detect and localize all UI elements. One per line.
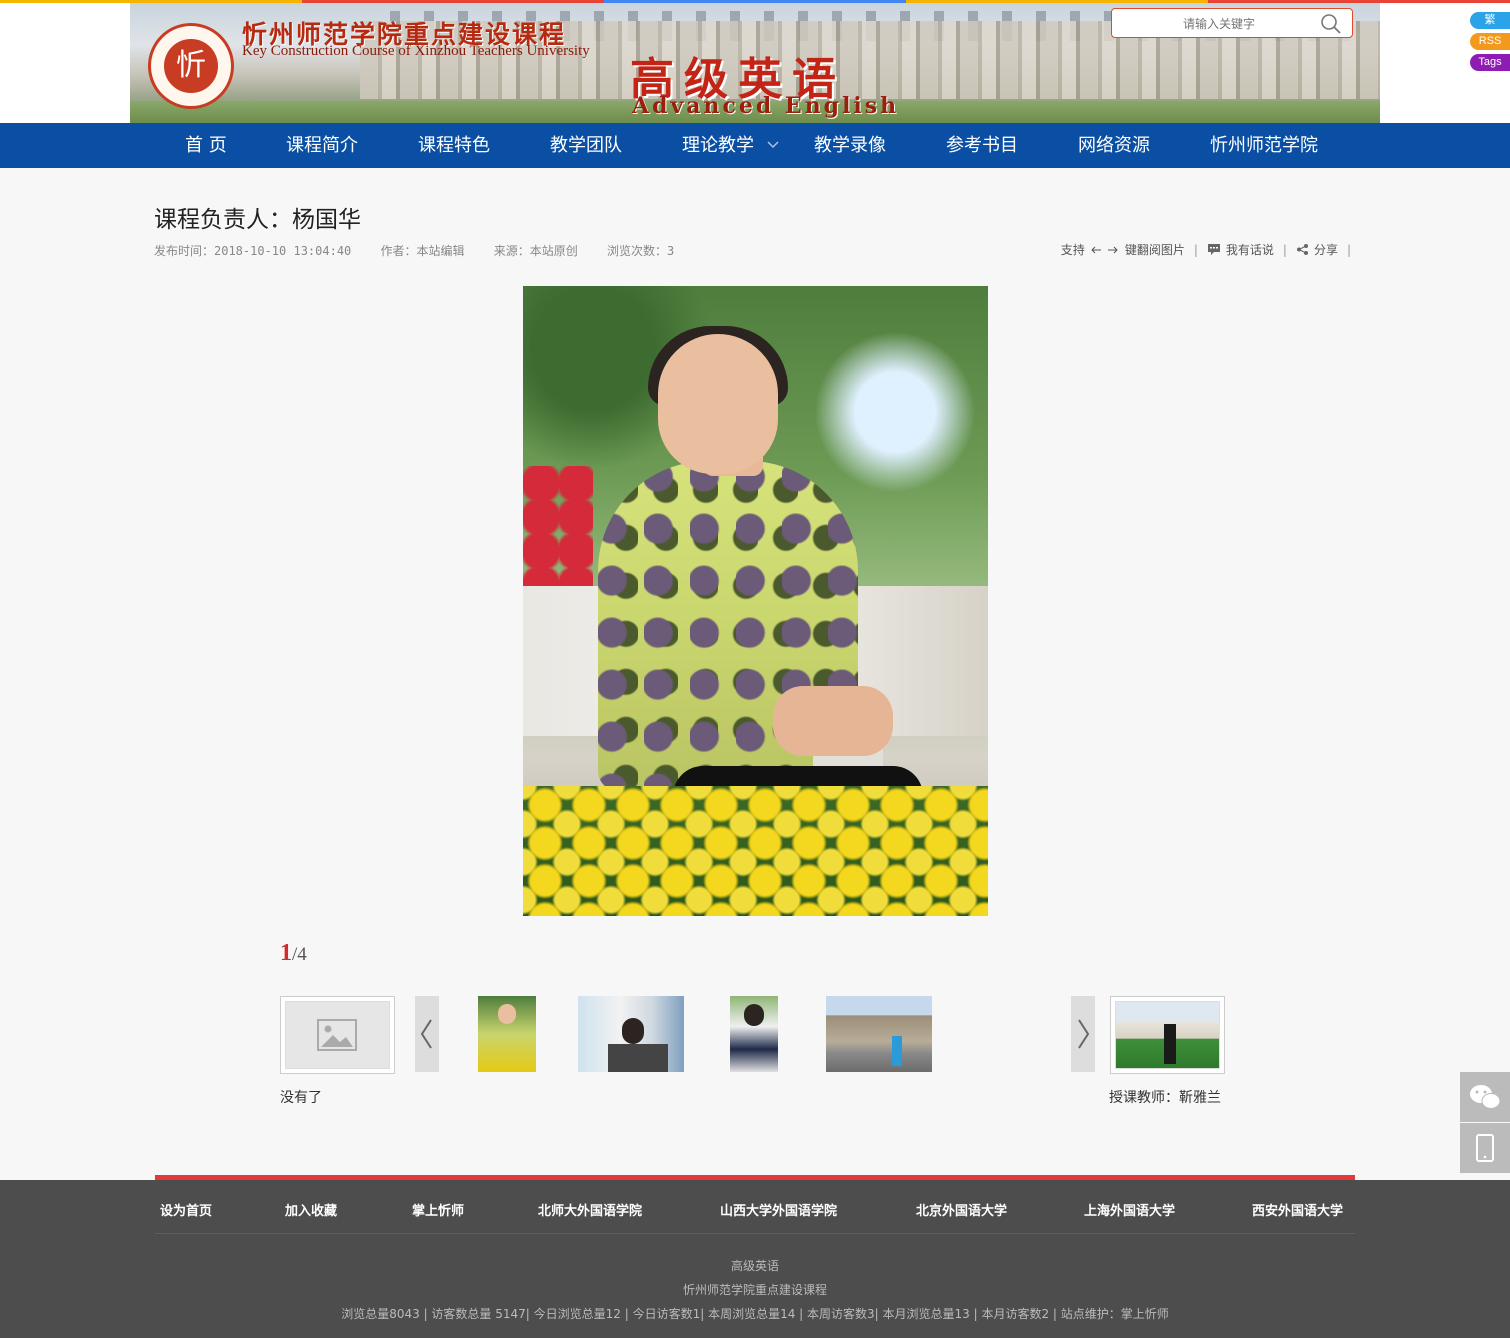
chevron-down-icon[interactable] [766, 137, 780, 151]
keyboard-hint-prefix: 支持 [1060, 243, 1085, 257]
footer-link-bfsu[interactable]: 北京外国语大学 [916, 1200, 1007, 1219]
arrow-keys-icon [1091, 246, 1118, 253]
nav-item-xinzhou-university[interactable]: 忻州师范学院 [1210, 123, 1318, 168]
thumb-person [744, 1004, 764, 1026]
article-title: 课程负责人：杨国华 [154, 207, 361, 233]
nav-item-theory-teaching[interactable]: 理论教学 [682, 123, 754, 168]
footer-link-shisu[interactable]: 上海外国语大学 [1084, 1200, 1175, 1219]
image-placeholder-icon [317, 1019, 357, 1051]
next-album-thumb[interactable] [1110, 996, 1225, 1074]
mobile-icon[interactable] [1460, 1123, 1510, 1173]
wechat-icon[interactable] [1460, 1072, 1510, 1122]
nav-item-teaching-video[interactable]: 教学录像 [814, 123, 886, 168]
thumbnail-1[interactable] [478, 996, 536, 1072]
side-tags: 繁 RSS Tags [1470, 12, 1510, 75]
prev-arrow-button[interactable] [415, 996, 439, 1072]
footer-link-set-homepage[interactable]: 设为首页 [160, 1200, 212, 1219]
total-images: /4 [292, 944, 307, 965]
wechat-float-button[interactable] [1460, 1072, 1510, 1122]
thumb-person [622, 1018, 644, 1044]
chevron-left-icon[interactable] [415, 996, 439, 1072]
comment-link[interactable]: 我有话说 [1226, 241, 1274, 258]
photo-yellow-flowers [523, 786, 988, 916]
rss-tag[interactable]: RSS [1470, 33, 1510, 50]
footer-link-sxu[interactable]: 山西大学外国语学院 [720, 1200, 837, 1219]
chevron-right-icon[interactable] [1071, 996, 1095, 1072]
photo-person-hands [773, 686, 893, 756]
university-seal-logo[interactable]: 忻 [148, 23, 234, 109]
footer-course-subtitle: 忻州师范学院重点建设课程 [682, 1283, 827, 1297]
thumb-desk [608, 1044, 668, 1072]
article-tools: 支持 键翻阅图片 | 我有话说 | 分享 | [1061, 241, 1355, 258]
next-album-image [1115, 1001, 1220, 1069]
footer-link-mobile[interactable]: 掌上忻师 [412, 1200, 464, 1219]
nav-item-home[interactable]: 首 页 [185, 123, 227, 168]
article-meta: 发布时间：2018-10-10 13:04:40 作者：本站编辑 来源：本站原创… [154, 242, 696, 259]
search-input[interactable] [1122, 13, 1316, 35]
placeholder-image [285, 1001, 390, 1069]
nav-item-reference-books[interactable]: 参考书目 [946, 123, 1018, 168]
prev-album-label[interactable]: 没有了 [280, 1087, 322, 1107]
main-nav: 首 页 课程简介 课程特色 教学团队 理论教学 教学录像 参考书目 网络资源 忻… [0, 123, 1510, 168]
next-album-label[interactable]: 授课教师：靳雅兰 [1109, 1087, 1221, 1107]
banner-title-en: Key Construction Course of Xinzhou Teach… [242, 43, 590, 59]
photo-person-face [658, 334, 778, 474]
main-photo[interactable] [523, 286, 988, 916]
thumb-face [498, 1004, 516, 1024]
footer-divider [155, 1233, 1355, 1234]
footer-link-bookmark[interactable]: 加入收藏 [285, 1200, 337, 1219]
search-icon[interactable] [1320, 13, 1342, 35]
tags-tag[interactable]: Tags [1470, 54, 1510, 71]
source: 来源：本站原创 [493, 244, 578, 258]
banner-course-en: Advanced English [632, 93, 900, 119]
footer-stats: 浏览总量8043 | 访客数总量 5147| 今日浏览总量12 | 今日访客数1… [341, 1307, 1169, 1321]
author: 作者：本站编辑 [380, 244, 465, 258]
search-box[interactable] [1111, 8, 1353, 38]
traditional-chinese-tag[interactable]: 繁 [1470, 12, 1510, 29]
nav-item-web-resources[interactable]: 网络资源 [1078, 123, 1150, 168]
comment-icon[interactable] [1207, 243, 1221, 256]
share-icon[interactable] [1296, 243, 1309, 256]
thumb-person [892, 1036, 902, 1066]
keyboard-hint-suffix: 键翻阅图片 [1124, 243, 1185, 257]
mobile-float-button[interactable] [1460, 1123, 1510, 1173]
image-counter: 1/4 [280, 940, 307, 967]
next-arrow-button[interactable] [1071, 996, 1095, 1072]
view-count: 浏览次数：3 [607, 244, 675, 258]
prev-album-thumb[interactable] [280, 996, 395, 1074]
divider: | [1346, 242, 1351, 257]
thumb-person [1164, 1024, 1176, 1064]
nav-item-teaching-team[interactable]: 教学团队 [550, 123, 622, 168]
thumbnail-2[interactable] [578, 996, 684, 1072]
share-link[interactable]: 分享 [1314, 241, 1338, 258]
footer-link-bnu[interactable]: 北师大外国语学院 [538, 1200, 642, 1219]
footer-course-name: 高级英语 [730, 1259, 779, 1273]
publish-time: 发布时间：2018-10-10 13:04:40 [154, 244, 352, 258]
nav-item-course-intro[interactable]: 课程简介 [286, 123, 358, 168]
thumbnail-3[interactable] [730, 996, 778, 1072]
divider: | [1282, 242, 1287, 257]
footer-link-xisu[interactable]: 西安外国语大学 [1252, 1200, 1343, 1219]
nav-item-course-features[interactable]: 课程特色 [418, 123, 490, 168]
seal-character: 忻 [164, 39, 218, 93]
divider: | [1193, 242, 1198, 257]
current-image-number: 1 [280, 940, 292, 966]
thumbnail-4[interactable] [826, 996, 932, 1072]
